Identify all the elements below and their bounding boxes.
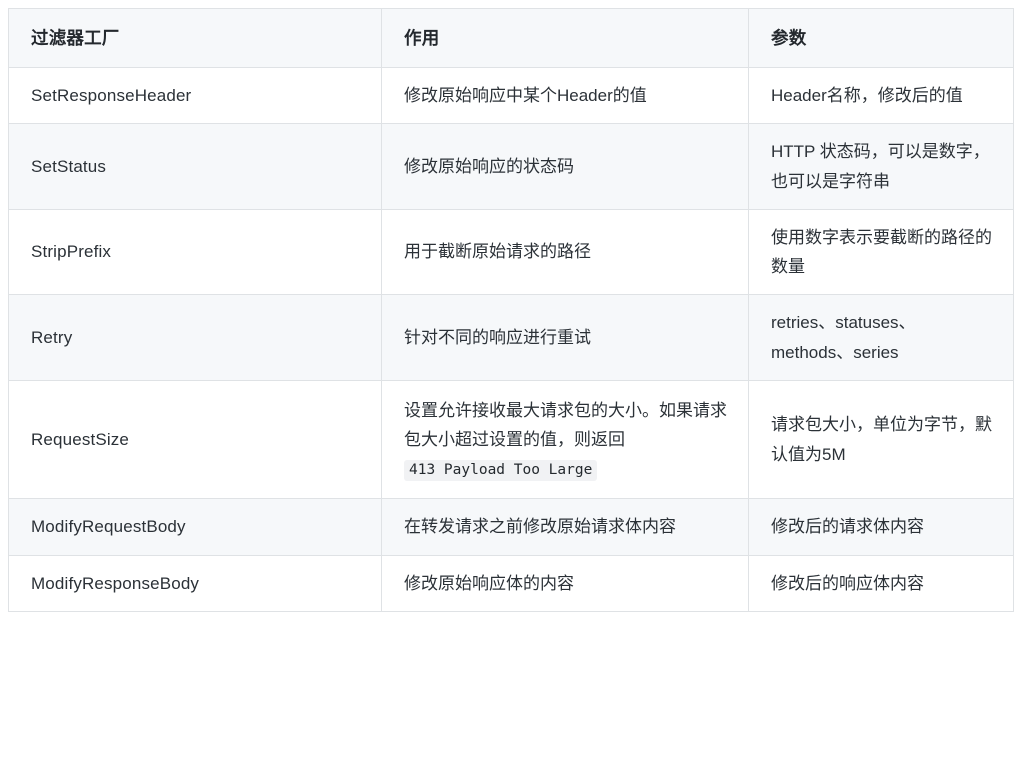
column-header-filter-factory: 过滤器工厂 xyxy=(8,7,382,69)
table-row: ModifyRequestBody 在转发请求之前修改原始请求体内容 修改后的请… xyxy=(8,498,1014,556)
cell-params: HTTP 状态码，可以是数字，也可以是字符串 xyxy=(748,123,1014,210)
table-row: ModifyResponseBody 修改原始响应体的内容 修改后的响应体内容 xyxy=(8,554,1014,612)
cell-params: 使用数字表示要截断的路径的数量 xyxy=(748,208,1014,296)
cell-filter-name: Retry xyxy=(8,294,382,381)
cell-params: retries、statuses、methods、series xyxy=(748,294,1014,381)
table-row: Retry 针对不同的响应进行重试 retries、statuses、metho… xyxy=(8,294,1014,381)
cell-filter-name: ModifyResponseBody xyxy=(8,554,382,612)
cell-effect: 用于截断原始请求的路径 xyxy=(381,208,749,296)
table-row: SetResponseHeader 修改原始响应中某个Header的值 Head… xyxy=(8,67,1014,125)
table-body: SetResponseHeader 修改原始响应中某个Header的值 Head… xyxy=(8,67,1014,612)
cell-params: 修改后的响应体内容 xyxy=(748,554,1014,612)
gateway-filter-factory-table: 过滤器工厂 作用 参数 SetResponseHeader 修改原始响应中某个H… xyxy=(8,7,1014,612)
inline-code-http-status: 413 Payload Too Large xyxy=(404,460,598,482)
table-header: 过滤器工厂 作用 参数 xyxy=(8,7,1014,69)
cell-filter-name: SetResponseHeader xyxy=(8,67,382,125)
cell-filter-name: RequestSize xyxy=(8,379,382,500)
cell-filter-name: SetStatus xyxy=(8,123,382,210)
cell-effect: 修改原始响应中某个Header的值 xyxy=(381,67,749,125)
cell-params: 修改后的请求体内容 xyxy=(748,498,1014,556)
cell-effect: 针对不同的响应进行重试 xyxy=(381,294,749,381)
table-row: StripPrefix 用于截断原始请求的路径 使用数字表示要截断的路径的数量 xyxy=(8,208,1014,296)
cell-filter-name: ModifyRequestBody xyxy=(8,498,382,556)
cell-effect: 修改原始响应的状态码 xyxy=(381,123,749,210)
cell-filter-name: StripPrefix xyxy=(8,208,382,296)
cell-params: Header名称，修改后的值 xyxy=(748,67,1014,125)
cell-effect: 设置允许接收最大请求包的大小。如果请求包大小超过设置的值，则返回 413 Pay… xyxy=(381,379,749,500)
cell-effect: 修改原始响应体的内容 xyxy=(381,554,749,612)
cell-effect: 在转发请求之前修改原始请求体内容 xyxy=(381,498,749,556)
table-row: RequestSize 设置允许接收最大请求包的大小。如果请求包大小超过设置的值… xyxy=(8,379,1014,500)
table-row: SetStatus 修改原始响应的状态码 HTTP 状态码，可以是数字，也可以是… xyxy=(8,123,1014,210)
effect-text-prefix: 设置允许接收最大请求包的大小。如果请求包大小超过设置的值，则返回 xyxy=(404,400,727,449)
column-header-effect: 作用 xyxy=(381,7,749,69)
table-container: 过滤器工厂 作用 参数 SetResponseHeader 修改原始响应中某个H… xyxy=(0,0,1026,619)
cell-params: 请求包大小，单位为字节，默认值为5M xyxy=(748,379,1014,500)
column-header-params: 参数 xyxy=(748,7,1014,69)
table-header-row: 过滤器工厂 作用 参数 xyxy=(8,7,1014,69)
